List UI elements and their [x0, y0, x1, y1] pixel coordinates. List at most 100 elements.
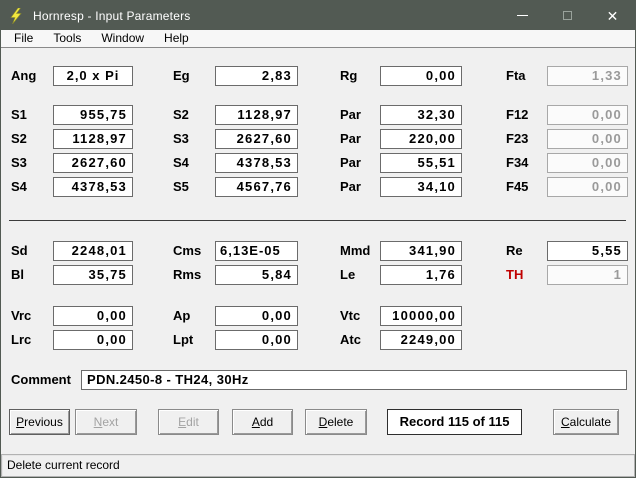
field-par-2[interactable]: 220,00 — [380, 129, 462, 149]
label-s4-start: S4 — [11, 177, 27, 197]
field-par-3[interactable]: 55,51 — [380, 153, 462, 173]
label-re: Re — [506, 241, 523, 261]
field-ang[interactable]: 2,0 x Pi — [53, 66, 133, 86]
field-rg[interactable]: 0,00 — [380, 66, 462, 86]
section-divider — [9, 220, 626, 221]
field-atc[interactable]: 2249,00 — [380, 330, 462, 350]
param-row: S2 1128,97 S3 2627,60 Par 220,00 F23 0,0… — [1, 129, 635, 149]
label-par-4: Par — [340, 177, 361, 197]
title-bar: Hornresp - Input Parameters ✕ — [1, 1, 635, 30]
field-s4-start[interactable]: 4378,53 — [53, 177, 133, 197]
label-ap: Ap — [173, 306, 190, 326]
param-row: Lrc 0,00 Lpt 0,00 Atc 2249,00 — [1, 330, 635, 350]
param-row: Ang 2,0 x Pi Eg 2,83 Rg 0,00 Fta 1,33 — [1, 66, 635, 86]
field-f23: 0,00 — [547, 129, 628, 149]
field-s3[interactable]: 2627,60 — [215, 129, 298, 149]
add-button[interactable]: Add — [232, 409, 293, 435]
field-vrc[interactable]: 0,00 — [53, 306, 133, 326]
status-bar: Delete current record — [1, 454, 635, 477]
status-text: Delete current record — [7, 458, 120, 472]
field-s2-start[interactable]: 1128,97 — [53, 129, 133, 149]
field-ap[interactable]: 0,00 — [215, 306, 298, 326]
label-f12: F12 — [506, 105, 528, 125]
param-row: S1 955,75 S2 1128,97 Par 32,30 F12 0,00 — [1, 105, 635, 125]
field-cms[interactable]: 6,13E-05 — [215, 241, 298, 261]
param-row: Bl 35,75 Rms 5,84 Le 1,76 TH 1 — [1, 265, 635, 285]
field-s5[interactable]: 4567,76 — [215, 177, 298, 197]
label-vrc: Vrc — [11, 306, 31, 326]
field-lpt[interactable]: 0,00 — [215, 330, 298, 350]
label-eg: Eg — [173, 66, 190, 86]
field-sd[interactable]: 2248,01 — [53, 241, 133, 261]
label-par-3: Par — [340, 153, 361, 173]
field-par-4[interactable]: 34,10 — [380, 177, 462, 197]
label-mmd: Mmd — [340, 241, 370, 261]
field-re[interactable]: 5,55 — [547, 241, 628, 261]
field-f12: 0,00 — [547, 105, 628, 125]
close-button[interactable]: ✕ — [590, 1, 635, 30]
label-atc: Atc — [340, 330, 361, 350]
field-f45: 0,00 — [547, 177, 628, 197]
field-s1[interactable]: 955,75 — [53, 105, 133, 125]
label-par-1: Par — [340, 105, 361, 125]
label-rg: Rg — [340, 66, 357, 86]
label-s4: S4 — [173, 153, 189, 173]
label-s3-start: S3 — [11, 153, 27, 173]
label-s2: S2 — [173, 105, 189, 125]
menu-help[interactable]: Help — [154, 30, 199, 47]
field-f34: 0,00 — [547, 153, 628, 173]
maximize-button[interactable] — [545, 1, 590, 30]
menu-file[interactable]: File — [4, 30, 43, 47]
menu-bar: File Tools Window Help — [1, 30, 635, 48]
label-vtc: Vtc — [340, 306, 360, 326]
next-button[interactable]: Next — [75, 409, 137, 435]
field-s3-start[interactable]: 2627,60 — [53, 153, 133, 173]
comment-row: Comment PDN.2450-8 - TH24, 30Hz — [1, 370, 635, 390]
label-par-2: Par — [340, 129, 361, 149]
menu-tools[interactable]: Tools — [43, 30, 91, 47]
menu-window[interactable]: Window — [91, 30, 154, 47]
delete-button[interactable]: Delete — [305, 409, 367, 435]
label-s1: S1 — [11, 105, 27, 125]
field-lrc[interactable]: 0,00 — [53, 330, 133, 350]
comment-label: Comment — [11, 370, 71, 390]
label-le: Le — [340, 265, 355, 285]
window-title: Hornresp - Input Parameters — [33, 9, 190, 23]
comment-field[interactable]: PDN.2450-8 - TH24, 30Hz — [81, 370, 627, 390]
param-row: Vrc 0,00 Ap 0,00 Vtc 10000,00 — [1, 306, 635, 326]
edit-button[interactable]: Edit — [158, 409, 219, 435]
field-rms[interactable]: 5,84 — [215, 265, 298, 285]
minimize-button[interactable] — [500, 1, 545, 30]
field-th: 1 — [547, 265, 628, 285]
label-f23: F23 — [506, 129, 528, 149]
label-f34: F34 — [506, 153, 528, 173]
field-mmd[interactable]: 341,90 — [380, 241, 462, 261]
label-bl: Bl — [11, 265, 24, 285]
minimize-icon — [517, 15, 528, 16]
label-lrc: Lrc — [11, 330, 31, 350]
label-lpt: Lpt — [173, 330, 193, 350]
param-row: Sd 2248,01 Cms 6,13E-05 Mmd 341,90 Re 5,… — [1, 241, 635, 261]
param-row: S4 4378,53 S5 4567,76 Par 34,10 F45 0,00 — [1, 177, 635, 197]
field-eg[interactable]: 2,83 — [215, 66, 298, 86]
calculate-button[interactable]: Calculate — [553, 409, 619, 435]
label-cms: Cms — [173, 241, 201, 261]
close-icon: ✕ — [607, 9, 619, 23]
label-s5: S5 — [173, 177, 189, 197]
label-s2-start: S2 — [11, 129, 27, 149]
record-counter: Record 115 of 115 — [387, 409, 522, 435]
previous-button[interactable]: Previous — [9, 409, 70, 435]
field-le[interactable]: 1,76 — [380, 265, 462, 285]
field-vtc[interactable]: 10000,00 — [380, 306, 462, 326]
field-par-1[interactable]: 32,30 — [380, 105, 462, 125]
hornresp-window: Hornresp - Input Parameters ✕ File Tools… — [0, 0, 636, 478]
label-th: TH — [506, 265, 523, 285]
label-ang: Ang — [11, 66, 36, 86]
label-rms: Rms — [173, 265, 201, 285]
field-bl[interactable]: 35,75 — [53, 265, 133, 285]
field-s4[interactable]: 4378,53 — [215, 153, 298, 173]
label-s3: S3 — [173, 129, 189, 149]
field-s2[interactable]: 1128,97 — [215, 105, 298, 125]
lightning-icon — [8, 8, 24, 24]
label-sd: Sd — [11, 241, 28, 261]
